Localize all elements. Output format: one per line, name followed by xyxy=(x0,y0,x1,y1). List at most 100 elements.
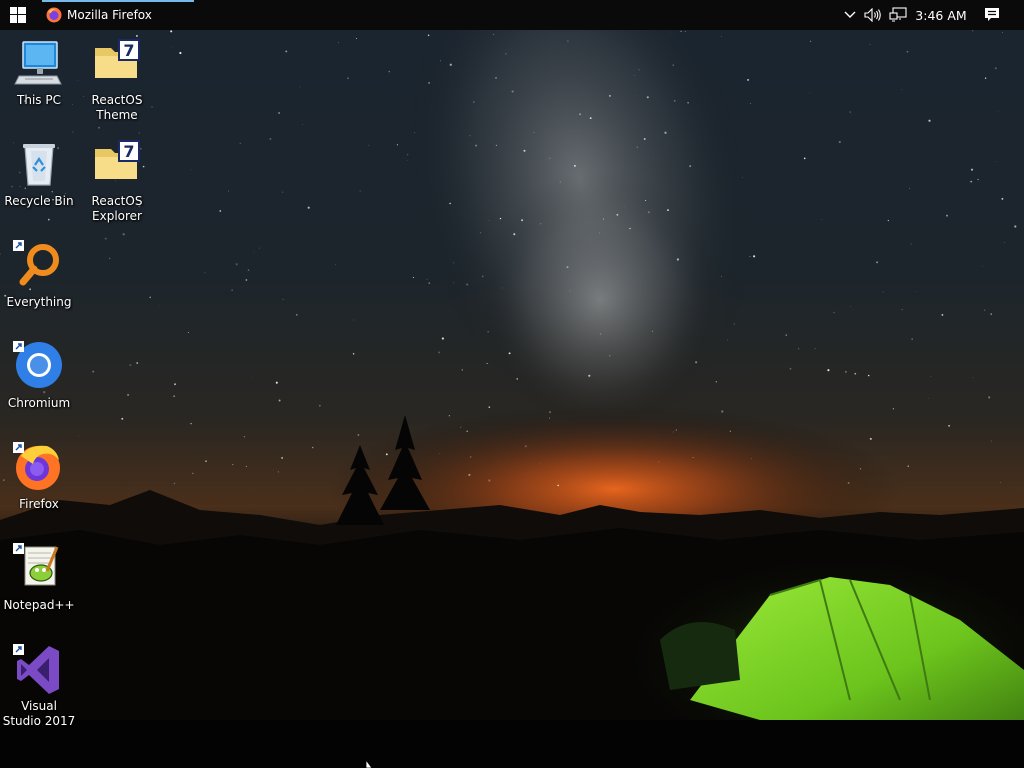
star xyxy=(282,191,284,193)
star xyxy=(129,364,132,367)
star xyxy=(449,63,452,66)
star xyxy=(473,101,475,103)
star xyxy=(984,309,986,311)
desktop-icon-label: Recycle Bin xyxy=(4,194,74,208)
star xyxy=(396,144,398,146)
desktop-icon-notepadpp[interactable]: Notepad++ xyxy=(1,543,77,613)
star xyxy=(675,429,677,431)
taskbar-button-label: Mozilla Firefox xyxy=(67,8,152,22)
star xyxy=(466,430,468,433)
desktop-icon-reactos-explorer[interactable]: 7 ReactOS Explorer xyxy=(79,139,155,224)
chromium-icon xyxy=(13,341,65,393)
star xyxy=(488,406,491,408)
notepadpp-icon xyxy=(13,543,65,595)
shortcut-arrow-icon xyxy=(13,644,24,655)
star xyxy=(414,132,416,134)
star xyxy=(72,131,74,133)
volume-button[interactable] xyxy=(862,0,884,30)
desktop-icon-label: Firefox xyxy=(19,497,59,511)
star xyxy=(521,219,524,222)
star xyxy=(235,263,238,266)
star xyxy=(557,484,560,487)
speaker-icon xyxy=(864,8,881,22)
star xyxy=(849,111,851,113)
star xyxy=(385,453,388,456)
star xyxy=(928,119,931,122)
star xyxy=(170,30,173,33)
star xyxy=(1001,198,1004,200)
star xyxy=(190,422,192,425)
star xyxy=(990,440,992,442)
star xyxy=(78,434,80,436)
star xyxy=(138,132,140,134)
star xyxy=(667,209,669,212)
taskbar-button-firefox[interactable]: Mozilla Firefox xyxy=(42,0,194,30)
star xyxy=(352,352,355,355)
star xyxy=(867,374,870,377)
star xyxy=(750,103,751,105)
star xyxy=(827,369,830,372)
star xyxy=(439,60,441,62)
star xyxy=(540,223,542,225)
star xyxy=(1002,32,1003,33)
firefox-icon xyxy=(13,442,65,494)
desktop-icon-everything[interactable]: Everything xyxy=(1,240,77,310)
star xyxy=(486,363,488,364)
star xyxy=(809,92,810,94)
star xyxy=(647,211,650,214)
star xyxy=(453,262,455,264)
star xyxy=(984,77,987,79)
star xyxy=(428,282,431,284)
star xyxy=(231,289,233,292)
star xyxy=(915,291,916,292)
star xyxy=(122,233,125,236)
star xyxy=(833,311,835,314)
desktop-icon-firefox[interactable]: Firefox xyxy=(1,442,77,512)
star xyxy=(616,213,619,216)
shortcut-arrow-icon xyxy=(13,240,24,251)
desktop-icon-this-pc[interactable]: This PC xyxy=(1,38,77,108)
star xyxy=(634,95,635,96)
desktop-icon-label: Everything xyxy=(6,295,72,309)
star xyxy=(252,376,254,378)
star xyxy=(272,469,274,471)
desktop-icon-recycle-bin[interactable]: Recycle Bin xyxy=(1,139,77,209)
star xyxy=(135,34,138,37)
star xyxy=(911,338,913,340)
star xyxy=(245,279,248,281)
star xyxy=(972,377,974,379)
show-hidden-icons-button[interactable] xyxy=(840,0,860,30)
star xyxy=(910,243,912,245)
star xyxy=(438,351,441,354)
desktop-screen: Mozilla Firefox 3:46 AM This PC 7 ReactO… xyxy=(0,0,1024,768)
desktop-icon-visual-studio[interactable]: Visual Studio 2017 xyxy=(1,644,77,729)
star xyxy=(645,199,647,202)
desktop-icon-chromium[interactable]: Chromium xyxy=(1,341,77,411)
start-button[interactable] xyxy=(0,0,36,30)
star xyxy=(232,464,234,466)
star xyxy=(259,247,260,249)
desktop-icon-reactos-theme[interactable]: 7 ReactOS Theme xyxy=(79,38,155,123)
network-button[interactable] xyxy=(886,0,910,30)
star xyxy=(127,393,130,396)
system-clock[interactable]: 3:46 AM xyxy=(912,0,970,30)
star xyxy=(277,471,280,473)
star xyxy=(427,34,430,37)
star xyxy=(729,430,731,432)
star xyxy=(809,40,812,42)
star xyxy=(92,370,95,373)
star xyxy=(927,397,929,399)
star xyxy=(887,219,889,222)
star xyxy=(676,258,679,261)
star xyxy=(109,257,111,260)
star xyxy=(573,164,576,167)
star xyxy=(589,117,592,119)
star xyxy=(749,255,751,257)
star xyxy=(540,463,542,465)
action-center-button[interactable] xyxy=(978,0,1006,30)
star xyxy=(821,219,823,220)
star xyxy=(997,111,999,113)
star xyxy=(516,378,518,380)
star xyxy=(752,255,756,258)
star xyxy=(173,482,176,485)
